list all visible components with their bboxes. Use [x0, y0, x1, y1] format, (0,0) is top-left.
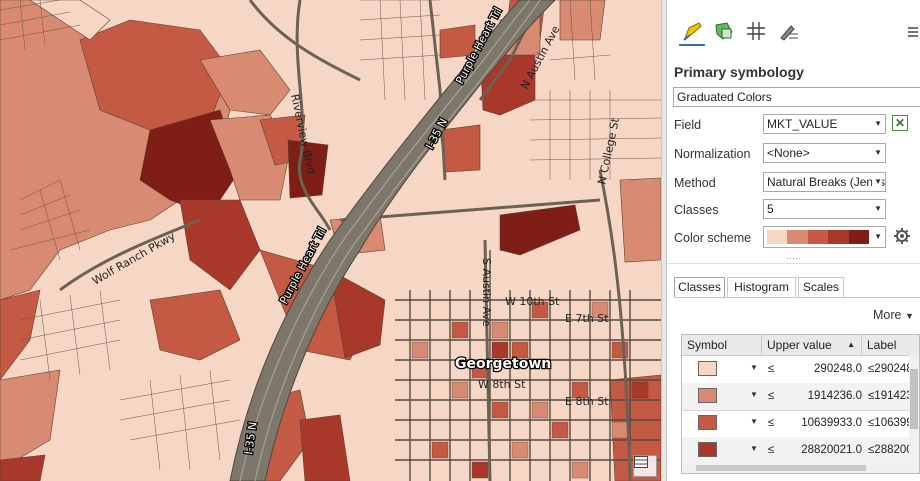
less-equal-sign: ≤: [768, 417, 775, 429]
brush-icon: [683, 22, 702, 41]
tab-histogram[interactable]: Histogram: [727, 277, 796, 297]
s-austin-label: S Austin Ave: [480, 258, 493, 327]
upper-value-cell[interactable]: 10639933.0: [782, 417, 862, 429]
ramp-swatch: [828, 230, 849, 244]
symbol-swatch[interactable]: [698, 388, 717, 403]
chevron-down-icon: ▼: [874, 148, 882, 157]
table-icon: [634, 456, 648, 468]
field-label: Field: [674, 118, 702, 132]
table-row[interactable]: ▼ ≤10639933.0 ≤10639933: [682, 410, 919, 438]
color-ramp: [767, 230, 870, 244]
classes-table: Symbol Upper value ▲ Label ▼ ≤290248.0 ≤290…: [681, 334, 920, 474]
method-label: Method: [674, 176, 716, 190]
more-menu[interactable]: More ▼: [873, 308, 914, 322]
gear-icon[interactable]: [893, 227, 911, 248]
tab-scales[interactable]: Scales: [798, 277, 844, 297]
chevron-down-icon[interactable]: ▼: [750, 417, 758, 426]
sort-up-icon: ▲: [847, 340, 855, 349]
chevron-down-icon: ▼: [874, 232, 882, 241]
less-equal-sign: ≤: [768, 444, 775, 456]
chevron-down-icon: ▼: [874, 204, 882, 213]
menu-icon[interactable]: [908, 26, 918, 41]
column-header-symbol[interactable]: Symbol: [682, 335, 762, 355]
e-7th-label: E 7th St: [565, 312, 609, 325]
classes-label: Classes: [674, 203, 719, 217]
upper-value-cell[interactable]: 28820021.0: [782, 444, 862, 456]
column-header-label[interactable]: Label: [862, 335, 919, 355]
primary-symbology-tab[interactable]: [679, 18, 705, 46]
chevron-down-icon: ▼: [872, 173, 882, 191]
ramp-swatch: [787, 230, 808, 244]
ramp-swatch: [767, 230, 788, 244]
vary-symbology-tab[interactable]: [711, 18, 737, 44]
chevron-down-icon: ▼: [874, 119, 882, 128]
grid-icon: [747, 22, 765, 40]
upper-value-cell[interactable]: 290248.0: [782, 363, 862, 375]
ramp-swatch: [848, 230, 870, 244]
normalization-label: Normalization: [674, 147, 751, 161]
symbol-swatch[interactable]: [698, 361, 717, 376]
table-row[interactable]: ▼ ≤290248.0 ≤290248: [682, 356, 919, 384]
less-equal-sign: ≤: [768, 363, 775, 375]
w-10th-label: W 10th St: [505, 295, 560, 308]
chevron-down-icon[interactable]: ▼: [750, 390, 758, 399]
normalization-dropdown[interactable]: <None> ▼: [763, 143, 886, 163]
advanced-symbology-tab[interactable]: [775, 18, 801, 44]
table-row[interactable]: ▼ ≤28820021.0 ≤28820021: [682, 437, 919, 465]
symbol-swatch[interactable]: [698, 442, 717, 457]
e-8th-label: E 8th St: [565, 395, 609, 408]
symbol-swatch[interactable]: [698, 415, 717, 430]
table-row[interactable]: ▼ ≤1914236.0 ≤1914236: [682, 383, 919, 411]
ramp-swatch: [807, 230, 829, 244]
vertical-scrollbar[interactable]: [909, 355, 919, 473]
color-scheme-dropdown[interactable]: ▼: [763, 226, 886, 248]
town-label: Georgetown: [455, 356, 551, 372]
pane-title: Primary symbology: [674, 64, 804, 80]
symbology-pane: Primary symbology Graduated Colors Field…: [667, 0, 920, 481]
horizontal-scrollbar[interactable]: [682, 463, 909, 473]
color-scheme-label: Color scheme: [674, 231, 752, 245]
field-dropdown[interactable]: MKT_VALUE ▼: [763, 114, 886, 134]
polygon-icon: [715, 22, 733, 40]
renderer-dropdown[interactable]: Graduated Colors: [673, 87, 920, 107]
map-tool-button[interactable]: [633, 455, 657, 477]
map-view[interactable]: Riverview Blvd Purple Heart Trl Purple H…: [0, 0, 661, 481]
column-header-upper-value[interactable]: Upper value ▲: [762, 335, 862, 355]
less-equal-sign: ≤: [768, 390, 775, 402]
chevron-down-icon[interactable]: ▼: [750, 363, 758, 372]
upper-value-cell[interactable]: 1914236.0: [782, 390, 862, 402]
table-header: Symbol Upper value ▲ Label: [682, 335, 919, 356]
map-canvas[interactable]: Riverview Blvd Purple Heart Trl Purple H…: [0, 0, 661, 481]
expression-icon: ✕: [894, 116, 906, 130]
symbol-layers-tab[interactable]: [743, 18, 769, 44]
chevron-down-icon: ▼: [904, 311, 914, 321]
classes-dropdown[interactable]: 5 ▼: [763, 199, 886, 219]
panel-grip[interactable]: ·····: [667, 254, 920, 264]
method-dropdown[interactable]: Natural Breaks (Jenks) ▼: [763, 172, 886, 192]
pen-list-icon: [780, 25, 798, 41]
w-8th-label: W 8th St: [478, 378, 526, 391]
chevron-down-icon[interactable]: ▼: [750, 444, 758, 453]
label-cell[interactable]: ≤290248: [868, 363, 913, 375]
expression-button[interactable]: ✕: [892, 115, 908, 131]
tab-classes[interactable]: Classes: [674, 277, 725, 298]
